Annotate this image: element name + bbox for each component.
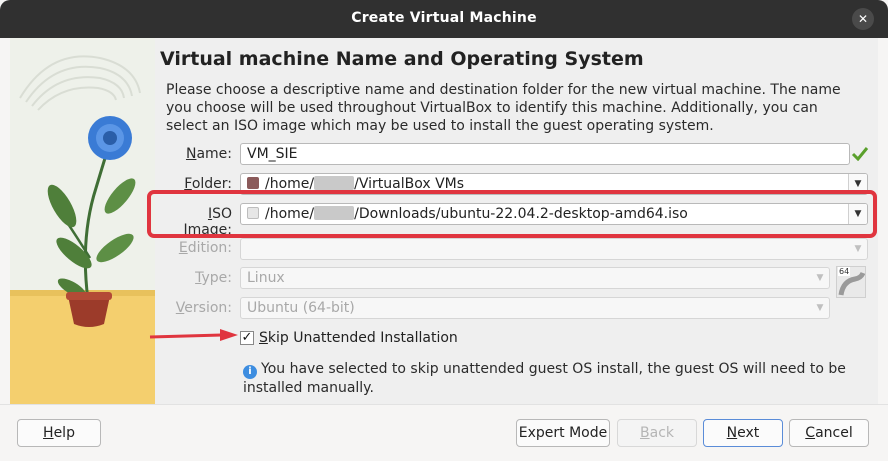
iso-highlight-box (147, 190, 877, 238)
chevron-down-icon: ▼ (816, 303, 824, 313)
edition-select[interactable]: ▼ (240, 238, 868, 260)
title-bar: Create Virtual Machine ✕ (0, 0, 888, 38)
info-icon: i (243, 365, 257, 379)
edition-label: Edition: (178, 240, 232, 256)
plant-illustration (10, 38, 155, 404)
type-select[interactable]: Linux ▼ (240, 267, 830, 289)
chevron-down-icon: ▼ (854, 244, 862, 254)
window-title: Create Virtual Machine (351, 10, 537, 26)
skip-unattended-checkbox[interactable]: ✓ (240, 331, 254, 345)
skip-unattended-label[interactable]: Skip Unattended Installation (259, 330, 458, 346)
chevron-down-icon: ▼ (816, 273, 824, 283)
next-button[interactable]: Next (703, 419, 783, 447)
help-button[interactable]: Help (17, 419, 101, 447)
wizard-illustration (10, 38, 155, 404)
valid-check-icon (851, 147, 869, 161)
button-bar: Help Expert Mode Back Next Cancel (0, 404, 888, 461)
os-type-icon: 64 (836, 266, 866, 298)
version-select[interactable]: Ubuntu (64-bit) ▼ (240, 297, 830, 319)
folder-icon (247, 177, 259, 189)
back-button[interactable]: Back (617, 419, 697, 447)
close-icon[interactable]: ✕ (852, 8, 874, 30)
skip-info-message: i You have selected to skip unattended gu… (243, 361, 846, 396)
page-title: Virtual machine Name and Operating Syste… (160, 48, 644, 70)
redacted-username (314, 176, 355, 190)
pointer-arrow (149, 329, 238, 341)
page-description: Please choose a descriptive name and des… (166, 82, 841, 134)
name-field[interactable]: VM_SIE (240, 143, 850, 165)
name-label: Name: (185, 146, 232, 162)
type-label: Type: (195, 270, 232, 286)
expert-mode-button[interactable]: Expert Mode (516, 419, 610, 447)
version-label: Version: (175, 300, 232, 316)
cancel-button[interactable]: Cancel (789, 419, 869, 447)
